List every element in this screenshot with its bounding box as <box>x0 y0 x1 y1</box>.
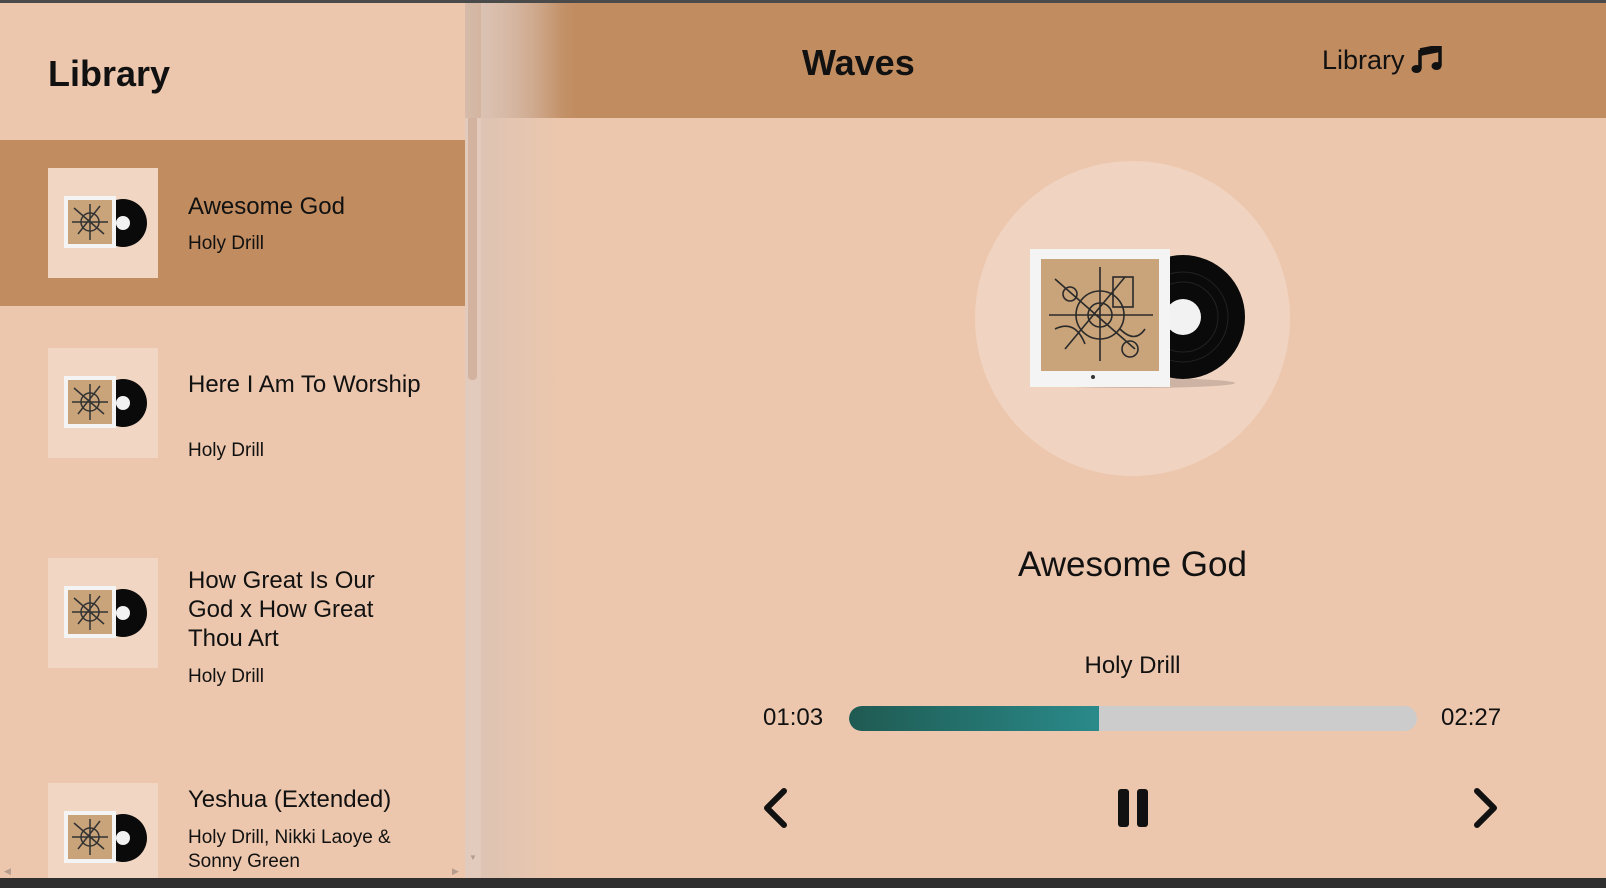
scroll-down-arrow-icon[interactable]: ▼ <box>468 854 478 862</box>
song-artist: Holy Drill <box>188 233 264 254</box>
scroll-right-arrow-icon[interactable]: ▶ <box>452 866 462 876</box>
next-track-button[interactable] <box>1473 788 1499 828</box>
progress-fill <box>849 706 1099 731</box>
previous-track-button[interactable] <box>762 788 788 828</box>
current-time: 01:03 <box>763 704 824 731</box>
song-item-how-great-is-our-god[interactable]: How Great Is Our God x How Great Thou Ar… <box>0 523 465 733</box>
song-artist: Holy Drill <box>188 666 264 687</box>
chevron-right-icon <box>1473 788 1499 828</box>
song-title: Here I Am To Worship <box>188 371 421 398</box>
window-bottom-bar <box>0 878 1606 888</box>
pause-button[interactable] <box>1117 788 1149 828</box>
now-playing-artist: Holy Drill <box>1084 652 1181 679</box>
library-sidebar: Library Awesome God Holy Drill Here I Am… <box>0 3 465 878</box>
pause-icon <box>1117 788 1149 828</box>
song-item-here-i-am-to-worship[interactable]: Here I Am To Worship Holy Drill <box>0 306 465 506</box>
album-cover-thumbnail <box>48 783 158 878</box>
album-art <box>975 161 1290 476</box>
now-playing-title: Awesome God <box>1018 545 1247 584</box>
song-item-yeshua-extended[interactable]: Yeshua (Extended) Holy Drill, Nikki Laoy… <box>0 763 465 878</box>
album-cover-thumbnail <box>48 348 158 458</box>
album-cover-thumbnail <box>48 558 158 668</box>
total-time: 02:27 <box>1441 704 1502 731</box>
song-title: How Great Is Our God x How Great Thou Ar… <box>188 567 375 652</box>
scroll-left-arrow-icon[interactable]: ◀ <box>4 866 14 876</box>
song-title: Awesome God <box>188 193 345 220</box>
library-button-label: Library <box>1322 44 1405 75</box>
sidebar-scrollbar-thumb[interactable] <box>468 115 477 380</box>
song-artist: Holy Drill <box>188 440 264 461</box>
chevron-left-icon <box>762 788 788 828</box>
sidebar-edge-shadow <box>481 3 561 878</box>
library-toggle-button[interactable]: Library <box>1322 44 1443 76</box>
album-cover-thumbnail <box>48 168 158 278</box>
song-artist: Holy Drill, Nikki Laoye & Sonny Green <box>188 827 391 872</box>
library-title: Library <box>48 53 171 94</box>
song-item-awesome-god[interactable]: Awesome God Holy Drill <box>0 140 465 306</box>
music-note-icon <box>1411 46 1443 74</box>
song-title: Yeshua (Extended) <box>188 786 392 813</box>
app-title: Waves <box>802 42 915 83</box>
progress-slider[interactable] <box>849 706 1417 731</box>
